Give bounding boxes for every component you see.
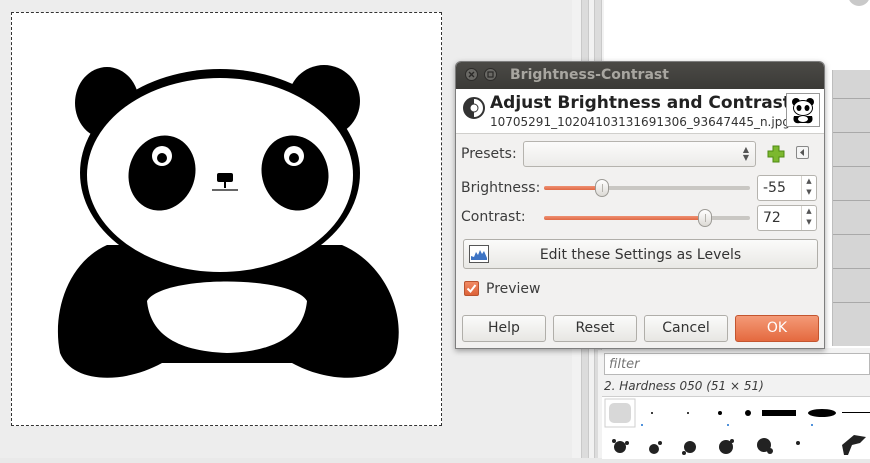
presets-combobox[interactable]: ▲ ▼ bbox=[523, 141, 756, 167]
preset-menu-button[interactable] bbox=[796, 146, 809, 159]
color-indicator bbox=[848, 0, 870, 6]
panda-image bbox=[57, 65, 399, 378]
dialog-header-title: Adjust Brightness and Contrast bbox=[490, 93, 791, 113]
brightness-slider-handle[interactable] bbox=[595, 179, 609, 197]
ok-button[interactable]: OK bbox=[735, 315, 819, 342]
brightness-slider-fill bbox=[544, 186, 602, 190]
contrast-slider[interactable] bbox=[544, 209, 750, 227]
brightness-spinbox[interactable]: -55 ▲ ▼ bbox=[757, 175, 817, 201]
image-filename: 10705291_10204103131691306_93647445_n.jp… bbox=[490, 115, 802, 129]
contrast-slider-fill bbox=[544, 216, 705, 220]
brightness-contrast-icon bbox=[463, 97, 485, 119]
brushes-panel: 2. Hardness 050 (51 × 51) bbox=[598, 350, 870, 459]
close-icon bbox=[468, 71, 475, 78]
contrast-spinbox[interactable]: 72 ▲ ▼ bbox=[757, 205, 817, 231]
brightness-label: Brightness: bbox=[461, 180, 541, 196]
maximize-window-button[interactable] bbox=[484, 68, 497, 81]
maximize-icon bbox=[487, 71, 494, 78]
contrast-label: Contrast: bbox=[461, 209, 526, 225]
presets-label: Presets: bbox=[461, 146, 517, 162]
brush-name-label: 2. Hardness 050 (51 × 51) bbox=[604, 379, 764, 393]
preview-checkbox[interactable] bbox=[464, 281, 479, 296]
brush-thumbnails bbox=[604, 398, 870, 455]
brightness-contrast-dialog: Brightness-Contrast Adjust Brightness an… bbox=[455, 61, 825, 349]
reset-button[interactable]: Reset bbox=[553, 315, 637, 342]
spin-arrows-icon[interactable]: ▲ ▼ bbox=[801, 176, 816, 200]
dialog-header: Adjust Brightness and Contrast 10705291_… bbox=[456, 89, 824, 134]
triangle-left-icon bbox=[800, 149, 804, 156]
brush-filter-input[interactable] bbox=[604, 353, 870, 375]
image-canvas[interactable] bbox=[11, 12, 442, 426]
close-window-button[interactable] bbox=[465, 68, 478, 81]
edit-as-levels-button[interactable]: Edit these Settings as Levels bbox=[463, 239, 818, 269]
add-preset-icon[interactable] bbox=[767, 145, 785, 163]
combo-arrows-icon: ▲ ▼ bbox=[742, 145, 749, 162]
spin-arrows-icon[interactable]: ▲ ▼ bbox=[801, 206, 816, 230]
help-button[interactable]: Help bbox=[462, 315, 546, 342]
checkmark-icon bbox=[466, 284, 477, 294]
contrast-value: 72 bbox=[763, 210, 781, 226]
edit-as-levels-label: Edit these Settings as Levels bbox=[539, 247, 742, 263]
panda-thumbnail-icon bbox=[792, 98, 814, 124]
dock-layer-list bbox=[832, 70, 870, 346]
brush-grid[interactable] bbox=[602, 396, 870, 459]
preview-label[interactable]: Preview bbox=[486, 281, 541, 297]
dialog-title: Brightness-Contrast bbox=[510, 67, 669, 83]
dialog-titlebar[interactable]: Brightness-Contrast bbox=[456, 62, 824, 89]
contrast-slider-handle[interactable] bbox=[698, 209, 712, 227]
brightness-value: -55 bbox=[763, 180, 786, 196]
image-thumbnail bbox=[786, 93, 820, 127]
cancel-button[interactable]: Cancel bbox=[644, 315, 728, 342]
brightness-slider[interactable] bbox=[544, 179, 750, 197]
